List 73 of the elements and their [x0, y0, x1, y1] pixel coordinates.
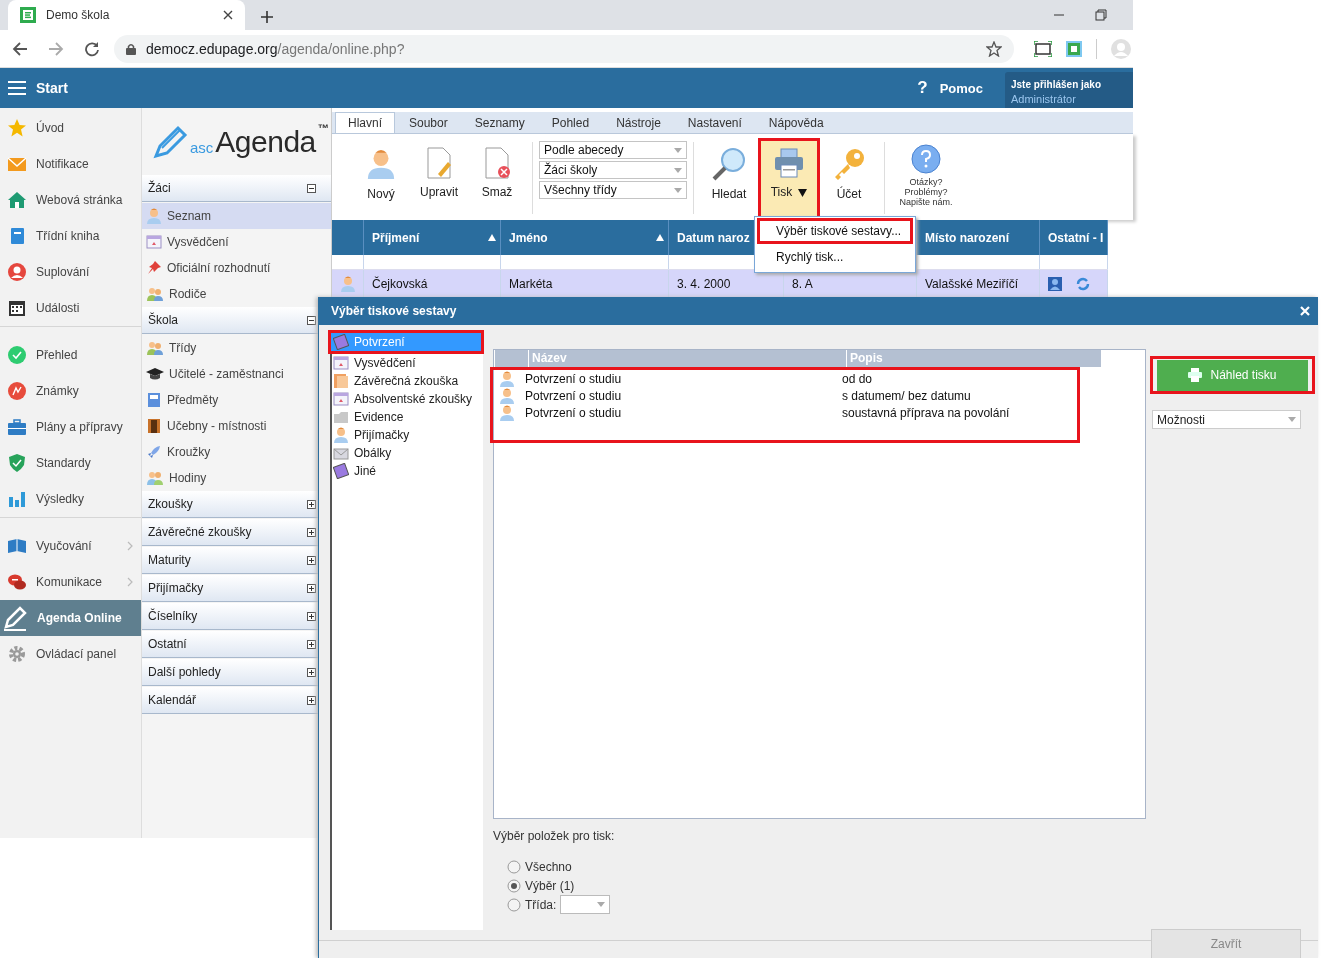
- dropdown-field[interactable]: Žáci školy: [539, 161, 687, 179]
- help-button[interactable]: Otázky? Problémy? Napište nám.: [891, 138, 961, 220]
- tree-item[interactable]: Kroužky: [142, 439, 331, 465]
- nav-item[interactable]: Plány a přípravy: [0, 409, 141, 445]
- nav-item[interactable]: Výsledky: [0, 481, 141, 517]
- toolbar-button[interactable]: Hledat: [700, 138, 758, 220]
- menu-item[interactable]: Rychlý tisk...: [757, 244, 913, 270]
- tree-item[interactable]: Učebny - místnosti: [142, 413, 331, 439]
- tree-item[interactable]: Třídy: [142, 335, 331, 361]
- dropdown-field[interactable]: Podle abecedy: [539, 141, 687, 159]
- category-item[interactable]: Závěrečná zkouška: [328, 372, 484, 390]
- nav-item[interactable]: Třídní kniha: [0, 218, 141, 254]
- dropdown-field[interactable]: Všechny třídy: [539, 181, 687, 199]
- nav-item[interactable]: Webová stránka: [0, 182, 141, 218]
- toolbar-button[interactable]: Upravit: [410, 138, 468, 220]
- category-item[interactable]: Evidence: [328, 408, 484, 426]
- nav-item[interactable]: Známky: [0, 373, 141, 409]
- column-header[interactable]: Ostatní - I: [1048, 230, 1104, 245]
- user-role: Administrátor: [1011, 92, 1077, 106]
- help-link[interactable]: Pomoc: [939, 80, 983, 96]
- radio-label: Výběr (1): [525, 878, 575, 893]
- report-row[interactable]: Potvrzení o studiu s datumem/ bez datumu: [493, 387, 1077, 404]
- tree-item[interactable]: Rodiče: [142, 281, 331, 307]
- column-header[interactable]: Jméno: [509, 230, 548, 245]
- tree-item[interactable]: Oficiální rozhodnutí: [142, 255, 331, 281]
- nav-item[interactable]: Vyučování: [0, 528, 141, 564]
- nav-item[interactable]: Suplování: [0, 254, 141, 290]
- nav-item[interactable]: Ovládací panel: [0, 636, 141, 672]
- tree-item[interactable]: Seznam: [142, 203, 331, 229]
- toolbar-button[interactable]: Účet: [820, 138, 878, 220]
- user-panel[interactable]: Jste přihlášen jako Administrátor: [1005, 72, 1133, 108]
- ribbon-tab[interactable]: Hlavní: [335, 112, 395, 133]
- category-item[interactable]: Vysvědčení: [328, 354, 484, 372]
- tree-item[interactable]: Hodiny: [142, 465, 331, 491]
- menu-item[interactable]: Výběr tiskové sestavy...: [757, 218, 913, 244]
- nav-item[interactable]: Notifikace: [0, 146, 141, 182]
- nav-item[interactable]: Agenda Online: [0, 600, 141, 636]
- column-header[interactable]: Datum naroz: [677, 230, 750, 245]
- ribbon-tab[interactable]: Nastavení: [674, 112, 755, 133]
- category-item[interactable]: Jiné: [328, 462, 484, 480]
- column-header[interactable]: Příjmení: [372, 230, 420, 245]
- tree-item[interactable]: Vysvědčení: [142, 229, 331, 255]
- section-header[interactable]: Žáci: [142, 175, 331, 202]
- nav-item[interactable]: Úvod: [0, 110, 141, 146]
- report-row[interactable]: Potvrzení o studiu soustavná příprava na povolání: [493, 404, 1077, 421]
- table-row[interactable]: Čejkovská Markéta 3. 4. 2000 8. A Valašské Meziříčí: [332, 270, 1108, 298]
- report-row[interactable]: Potvrzení o studiu od do: [493, 370, 1077, 387]
- ribbon-tab[interactable]: Seznamy: [461, 112, 538, 133]
- selection-label: Výběr položek pro tisk:: [493, 829, 616, 843]
- category-item[interactable]: Obálky: [328, 444, 484, 462]
- dropdown-field[interactable]: Možnosti: [1152, 410, 1301, 429]
- ribbon-tab[interactable]: Pohled: [538, 112, 603, 133]
- ribbon-tab[interactable]: Nápověda: [755, 112, 837, 133]
- toolbar-button[interactable]: Smaž: [468, 138, 526, 220]
- column-header[interactable]: Místo narození: [925, 230, 1009, 245]
- radio-label: Všechno: [525, 859, 572, 874]
- app-logo: ascAgenda™: [142, 108, 331, 175]
- ribbon-tab[interactable]: Nástroje: [603, 112, 674, 133]
- toolbar-button[interactable]: Nový: [352, 138, 410, 220]
- user-caption: Jste přihlášen jako: [1011, 78, 1103, 92]
- dialog-title: Výběr tiskové sestavy: [331, 304, 457, 318]
- ribbon-tab[interactable]: Soubor: [396, 112, 461, 133]
- help-icon[interactable]: ?: [917, 78, 928, 98]
- nav-item[interactable]: Přehled: [0, 337, 141, 373]
- nav-item[interactable]: Komunikace: [0, 564, 141, 600]
- tree-item[interactable]: Předměty: [142, 387, 331, 413]
- category-item[interactable]: Přijímačky: [328, 426, 484, 444]
- radio-label: Třída:: [525, 897, 557, 912]
- nav-item[interactable]: Události: [0, 290, 141, 326]
- nav-item[interactable]: Standardy: [0, 445, 141, 481]
- tree-item[interactable]: Učitelé - zaměstnanci: [142, 361, 331, 387]
- category-item[interactable]: Absolventské zkoušky: [328, 390, 484, 408]
- start-menu-button[interactable]: Start: [8, 80, 68, 96]
